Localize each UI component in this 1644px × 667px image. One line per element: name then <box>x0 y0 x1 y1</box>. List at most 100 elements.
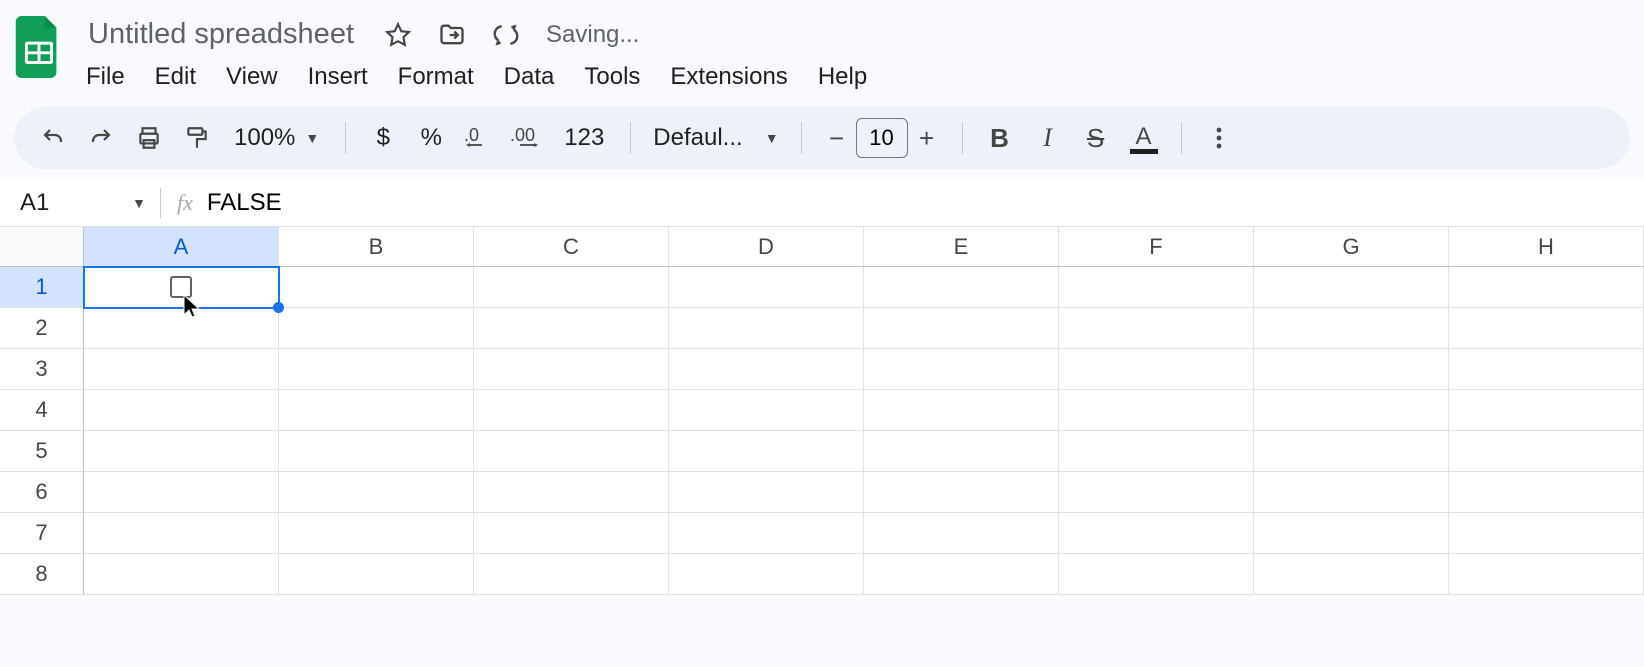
cell[interactable] <box>669 431 864 472</box>
menu-edit[interactable]: Edit <box>141 57 210 97</box>
row-header-1[interactable]: 1 <box>0 267 84 308</box>
cell[interactable] <box>1254 390 1449 431</box>
redo-button[interactable] <box>80 117 122 159</box>
cell[interactable] <box>669 267 864 308</box>
cell[interactable] <box>1059 513 1254 554</box>
cell-a1[interactable] <box>84 267 279 308</box>
cell[interactable] <box>1449 472 1644 513</box>
cloud-status-icon[interactable] <box>488 17 524 53</box>
font-select[interactable]: Defaul... ▼ <box>647 124 784 152</box>
cell[interactable] <box>1254 349 1449 390</box>
strikethrough-button[interactable]: S <box>1075 117 1117 159</box>
decrease-decimal-button[interactable]: .0 <box>458 117 500 159</box>
cell[interactable] <box>84 308 279 349</box>
menu-file[interactable]: File <box>72 57 139 97</box>
cell[interactable] <box>669 554 864 595</box>
menu-extensions[interactable]: Extensions <box>656 57 801 97</box>
select-all-corner[interactable] <box>0 227 84 267</box>
cell[interactable] <box>1254 472 1449 513</box>
cell[interactable] <box>1449 390 1644 431</box>
column-header-f[interactable]: F <box>1059 227 1254 267</box>
cell[interactable] <box>1059 267 1254 308</box>
cell[interactable] <box>1254 513 1449 554</box>
cell[interactable] <box>84 431 279 472</box>
cell[interactable] <box>864 308 1059 349</box>
column-header-e[interactable]: E <box>864 227 1059 267</box>
cell[interactable] <box>864 554 1059 595</box>
cell[interactable] <box>864 390 1059 431</box>
cell[interactable] <box>84 472 279 513</box>
more-tools-button[interactable] <box>1198 117 1240 159</box>
sheets-logo[interactable] <box>12 10 66 84</box>
cell[interactable] <box>474 267 669 308</box>
cell[interactable] <box>474 349 669 390</box>
star-icon[interactable] <box>380 17 416 53</box>
column-header-a[interactable]: A <box>84 227 279 267</box>
menu-data[interactable]: Data <box>490 57 569 97</box>
cell[interactable] <box>1059 308 1254 349</box>
increase-font-button[interactable]: + <box>908 118 946 158</box>
cell[interactable] <box>279 472 474 513</box>
cell[interactable] <box>864 349 1059 390</box>
name-box[interactable]: A1 ▼ <box>0 189 160 217</box>
cell[interactable] <box>1059 431 1254 472</box>
text-color-button[interactable]: A <box>1123 117 1165 159</box>
cell[interactable] <box>474 390 669 431</box>
cell[interactable] <box>1059 349 1254 390</box>
move-folder-icon[interactable] <box>434 17 470 53</box>
column-header-h[interactable]: H <box>1449 227 1644 267</box>
cell[interactable] <box>474 554 669 595</box>
currency-button[interactable]: $ <box>362 117 404 159</box>
checkbox-icon[interactable] <box>170 276 192 298</box>
menu-insert[interactable]: Insert <box>294 57 382 97</box>
cell[interactable] <box>1254 267 1449 308</box>
cell[interactable] <box>1254 308 1449 349</box>
menu-tools[interactable]: Tools <box>570 57 654 97</box>
formula-input[interactable] <box>207 189 1644 217</box>
format-number-button[interactable]: 123 <box>554 117 614 159</box>
cell[interactable] <box>669 308 864 349</box>
cell[interactable] <box>279 390 474 431</box>
cell[interactable] <box>1059 390 1254 431</box>
cell[interactable] <box>1059 554 1254 595</box>
cell[interactable] <box>864 431 1059 472</box>
cell[interactable] <box>1449 349 1644 390</box>
row-header-8[interactable]: 8 <box>0 554 84 595</box>
menu-view[interactable]: View <box>212 57 292 97</box>
cell[interactable] <box>84 390 279 431</box>
column-header-d[interactable]: D <box>669 227 864 267</box>
row-header-7[interactable]: 7 <box>0 513 84 554</box>
row-header-6[interactable]: 6 <box>0 472 84 513</box>
cell[interactable] <box>864 267 1059 308</box>
column-header-g[interactable]: G <box>1254 227 1449 267</box>
cell[interactable] <box>84 554 279 595</box>
cell[interactable] <box>669 349 864 390</box>
cell[interactable] <box>864 513 1059 554</box>
column-header-c[interactable]: C <box>474 227 669 267</box>
cell[interactable] <box>1254 431 1449 472</box>
italic-button[interactable]: I <box>1027 117 1069 159</box>
column-header-b[interactable]: B <box>279 227 474 267</box>
cell[interactable] <box>669 472 864 513</box>
cell[interactable] <box>1449 431 1644 472</box>
cell[interactable] <box>1449 308 1644 349</box>
decrease-font-button[interactable]: − <box>818 118 856 158</box>
menu-format[interactable]: Format <box>384 57 488 97</box>
cell[interactable] <box>279 554 474 595</box>
print-button[interactable] <box>128 117 170 159</box>
cell[interactable] <box>864 472 1059 513</box>
font-size-input[interactable] <box>856 118 908 158</box>
menu-help[interactable]: Help <box>804 57 881 97</box>
cell[interactable] <box>1254 554 1449 595</box>
percent-button[interactable]: % <box>410 117 452 159</box>
cell[interactable] <box>84 513 279 554</box>
cell[interactable] <box>279 308 474 349</box>
cell[interactable] <box>474 431 669 472</box>
cell[interactable] <box>474 513 669 554</box>
cell[interactable] <box>1449 267 1644 308</box>
row-header-2[interactable]: 2 <box>0 308 84 349</box>
row-header-5[interactable]: 5 <box>0 431 84 472</box>
cell[interactable] <box>84 349 279 390</box>
row-header-4[interactable]: 4 <box>0 390 84 431</box>
paint-format-button[interactable] <box>176 117 218 159</box>
